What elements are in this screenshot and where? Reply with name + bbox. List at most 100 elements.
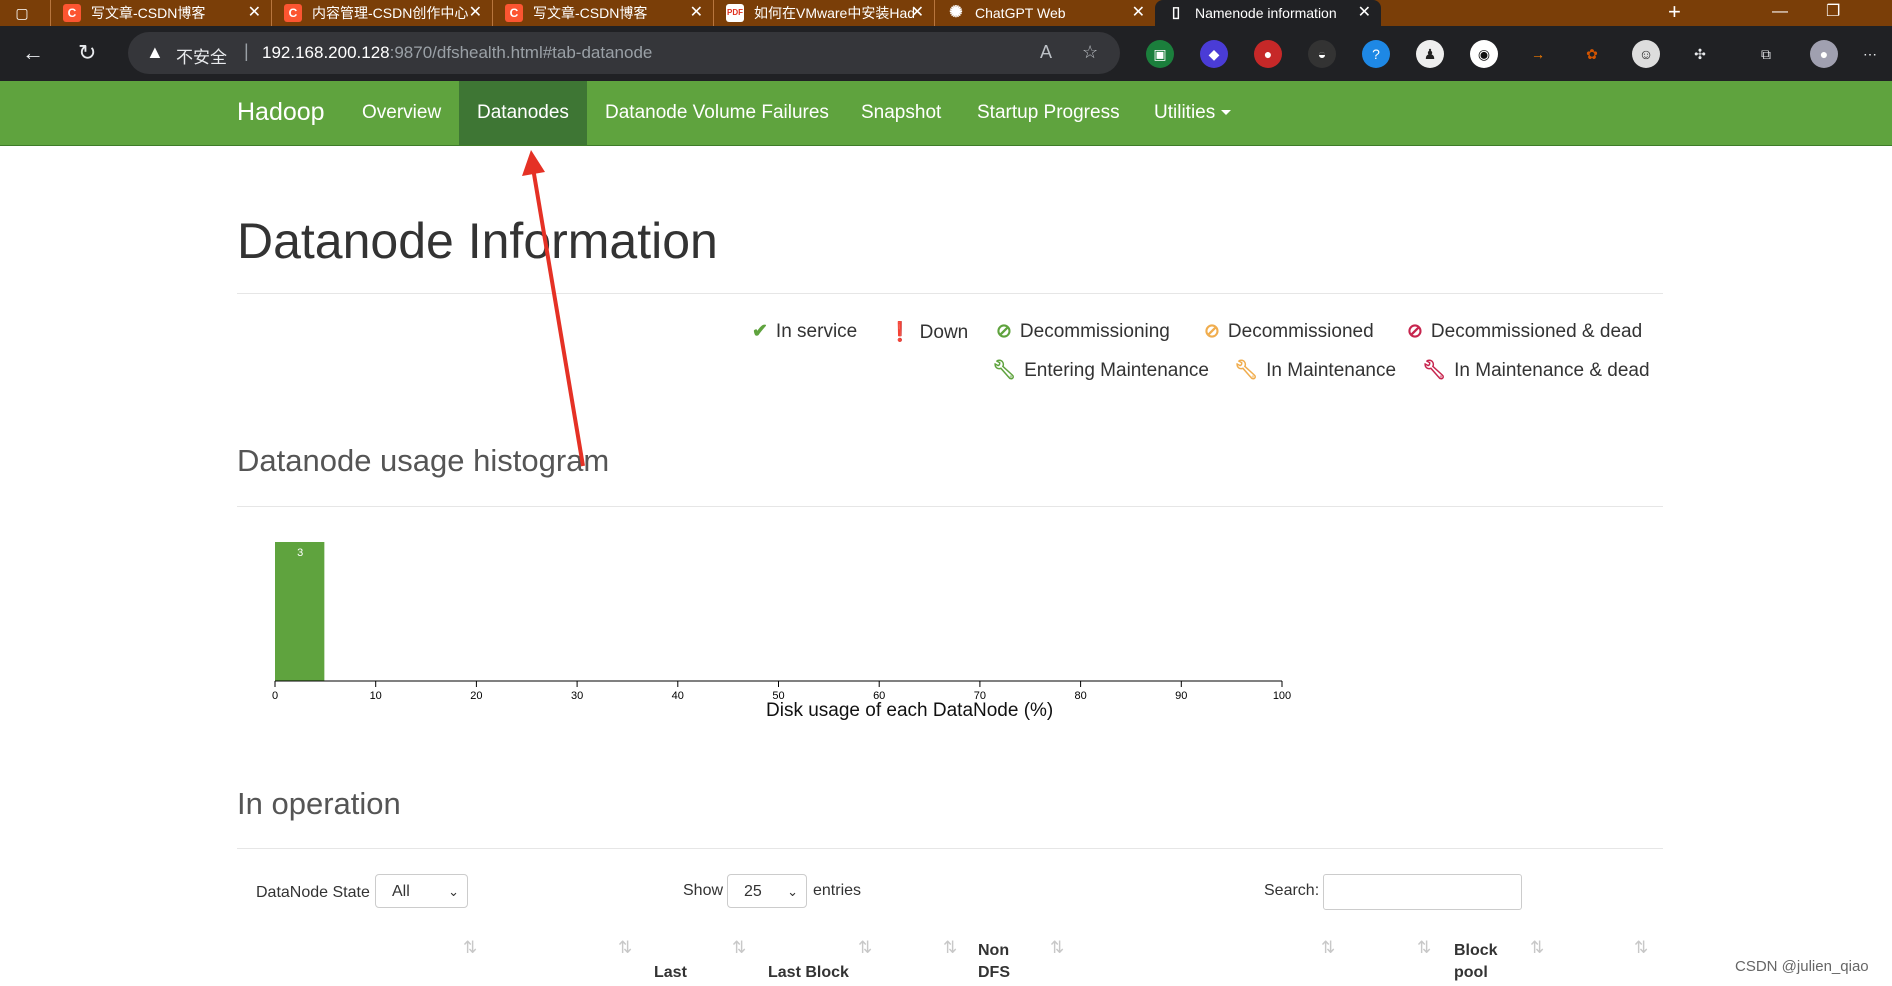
legend-decommissioning: ⊘ Decommissioning [996,320,1170,343]
cookie-icon[interactable]: ✿ [1578,40,1606,68]
page-title: Datanode Information [237,213,718,269]
sort-icon[interactable]: ⇅ [1634,938,1648,958]
extension-icon[interactable]: ☺ [1632,40,1660,68]
collections-icon[interactable]: ⧉ [1752,40,1780,68]
tab-title: 写文章-CSDN博客 [533,5,648,21]
histogram-x-label: Disk usage of each DataNode (%) [766,700,1054,721]
divider [237,293,1663,294]
column-header-block-pool[interactable]: Block pool [1454,940,1504,984]
avatar[interactable]: ● [1810,40,1838,68]
annotation-arrow [522,150,585,467]
workspaces-icon[interactable]: ▢ [12,3,32,23]
sort-icon[interactable]: ⇅ [943,938,957,958]
x-axis-tick-label: 40 [672,690,684,702]
csdn-icon: C [284,4,302,22]
close-icon[interactable]: ✕ [911,0,924,26]
page-size-value: 25 [744,883,762,900]
close-icon[interactable]: ✕ [469,0,482,26]
ban-icon: ⊘ [1204,321,1220,342]
warning-icon: ▲ [146,42,164,62]
nav-overview[interactable]: Overview [344,81,459,145]
restore-icon[interactable]: ❐ [1826,0,1840,24]
sort-icon[interactable]: ⇅ [463,938,477,958]
page-size-select[interactable]: 25 ⌄ [727,874,807,908]
column-header-last[interactable]: Last [654,962,687,984]
browser-tab[interactable]: C 写文章-CSDN博客 ✕ [492,0,713,26]
divider [237,506,1663,507]
url-host: 192.168.200.128 [262,43,390,62]
sort-icon[interactable]: ⇅ [1417,938,1431,958]
sort-icon[interactable]: ⇅ [732,938,746,958]
sort-icon[interactable]: ⇅ [1530,938,1544,958]
legend-decommissioned: ⊘ Decommissioned [1204,320,1374,343]
extension-icon[interactable]: ◉ [1470,40,1498,68]
reload-icon[interactable]: ↻ [78,40,96,66]
show-label: Show [683,882,724,899]
address-bar[interactable]: ▲ 不安全 | 192.168.200.128:9870/dfshealth.h… [128,32,1120,74]
column-header-non-dfs[interactable]: Non DFS [978,940,1018,984]
close-icon[interactable]: ✕ [1358,0,1371,26]
browser-tab[interactable]: ✺ ChatGPT Web ✕ [934,0,1155,26]
url-path: :9870/dfshealth.html#tab-datanode [389,43,653,62]
extension-icon[interactable]: ♟ [1416,40,1444,68]
extension-icon[interactable]: ▣ [1146,40,1174,68]
search-input[interactable] [1323,874,1522,910]
browser-tab-active[interactable]: ▯ Namenode information ✕ [1155,0,1381,26]
datanode-state-select[interactable]: All ⌄ [375,874,468,908]
back-icon[interactable]: ← [22,40,44,66]
minimize-icon[interactable]: — [1772,0,1788,24]
chevron-down-icon: ⌄ [787,884,798,899]
nav-startup-progress[interactable]: Startup Progress [959,81,1138,145]
extension-icon[interactable]: → [1524,40,1552,68]
browser-tab[interactable]: C 写文章-CSDN博客 ✕ [50,0,271,26]
histogram-bar-label: 3 [297,547,303,559]
legend-label: Down [919,322,969,343]
nav-volume-failures[interactable]: Datanode Volume Failures [587,81,847,145]
brand-logo[interactable]: Hadoop [237,98,325,127]
pdf-icon: PDF [726,4,744,22]
x-axis-tick-label: 0 [272,690,278,702]
datanode-state-label: DataNode State [256,884,370,901]
csdn-icon: C [63,4,81,22]
ban-icon: ⊘ [996,321,1012,342]
browser-tab[interactable]: C 内容管理-CSDN创作中心 ✕ [271,0,492,26]
close-icon[interactable]: ✕ [248,0,261,26]
nav-snapshot[interactable]: Snapshot [843,81,959,145]
legend-label: In service [775,321,858,342]
legend-down: ❗ Down [888,320,968,344]
column-header-last-block[interactable]: Last Block [768,962,849,984]
extension-icon[interactable]: ● [1254,40,1282,68]
browser-tab[interactable]: PDF 如何在VMware中安装Hadoo ✕ [713,0,934,26]
extension-icon[interactable]: ? [1362,40,1390,68]
extension-icon[interactable]: ◒ [1308,40,1336,68]
legend-label: Entering Maintenance [1024,360,1209,381]
sort-icon[interactable]: ⇅ [1050,938,1064,958]
nav-utilities[interactable]: Utilities [1136,81,1249,145]
legend-label: Decommissioned [1227,321,1374,342]
more-icon[interactable]: ⋯ [1856,40,1884,68]
nav-utilities-label: Utilities [1154,102,1216,123]
sort-icon[interactable]: ⇅ [1321,938,1335,958]
url-text[interactable]: 192.168.200.128:9870/dfshealth.html#tab-… [262,43,652,63]
extension-icon[interactable]: ◆ [1200,40,1228,68]
close-icon[interactable]: ✕ [1132,0,1145,26]
tab-title: 写文章-CSDN博客 [91,5,206,21]
legend-label: In Maintenance [1266,360,1397,381]
tab-title: 如何在VMware中安装Hadoo [754,5,914,21]
legend-label: In Maintenance & dead [1454,360,1650,381]
sort-icon[interactable]: ⇅ [858,938,872,958]
wrench-icon: 🔧︎ [1234,360,1259,381]
new-tab-icon[interactable]: + [1668,0,1681,24]
sort-icon[interactable]: ⇅ [618,938,632,958]
wrench-icon: 🔧︎ [1422,360,1447,381]
legend-in-maintenance-dead: 🔧︎ In Maintenance & dead [1422,358,1650,382]
datanode-state-value: All [392,883,410,900]
x-axis-tick-label: 10 [370,690,382,702]
extensions-puzzle-icon[interactable]: ✣ [1686,40,1714,68]
chatgpt-icon: ✺ [949,4,963,21]
favorite-star-icon[interactable]: ☆ [1082,42,1098,63]
close-icon[interactable]: ✕ [690,0,703,26]
nav-datanodes[interactable]: Datanodes [459,81,587,145]
read-aloud-icon[interactable]: A [1040,42,1052,63]
exclamation-circle-icon: ❗ [888,322,912,343]
